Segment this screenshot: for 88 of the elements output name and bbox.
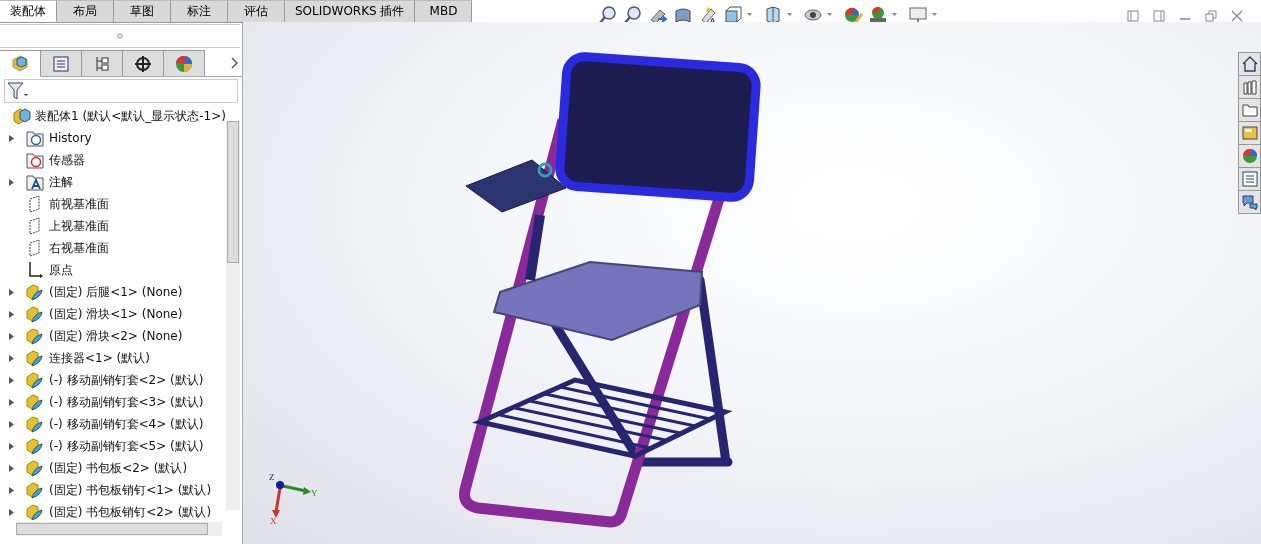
tree-item[interactable]: (-) 移动副销钉套<2> (默认) xyxy=(49,371,204,389)
filter-field[interactable] xyxy=(4,79,238,103)
grip-icon[interactable] xyxy=(117,33,123,39)
tree-item[interactable]: (-) 移动副销钉套<4> (默认) xyxy=(49,415,204,433)
part-icon xyxy=(26,503,44,520)
gauge-folder-icon xyxy=(26,151,44,169)
part-icon xyxy=(26,437,44,455)
command-tab[interactable]: MBD xyxy=(415,0,473,22)
zoom-fit-icon[interactable] xyxy=(598,5,619,25)
tree-item[interactable]: 连接器<1> (默认) xyxy=(49,349,150,367)
caret-icon[interactable] xyxy=(747,13,753,17)
tree-item[interactable]: 右视基准面 xyxy=(49,239,109,257)
vertical-scrollbar[interactable] xyxy=(226,121,240,510)
part-icon xyxy=(26,327,44,345)
expand-arrow-icon[interactable] xyxy=(7,397,16,407)
expand-arrow-icon[interactable] xyxy=(7,309,16,319)
tree-item[interactable]: 原点 xyxy=(49,261,73,279)
list-icon[interactable] xyxy=(1238,167,1261,190)
chevron-right-icon[interactable] xyxy=(230,57,238,69)
expand-arrow-icon[interactable] xyxy=(7,177,16,187)
command-tab[interactable]: 标注 xyxy=(171,0,228,22)
part-icon xyxy=(26,349,44,367)
tree-item[interactable]: (固定) 书包板<2> (默认) xyxy=(49,459,188,477)
tree-item[interactable]: History xyxy=(49,131,92,145)
expand-arrow-icon[interactable] xyxy=(7,441,16,451)
caret-icon[interactable] xyxy=(827,13,833,17)
z-axis-label: Z xyxy=(269,472,275,482)
clock-folder-icon xyxy=(26,129,44,147)
part-icon xyxy=(26,371,44,389)
expand-arrow-icon[interactable] xyxy=(7,375,16,385)
part-icon xyxy=(26,283,44,301)
zoom-area-icon[interactable] xyxy=(623,5,644,25)
part-icon xyxy=(26,305,44,323)
crosshair-icon xyxy=(134,54,152,73)
tree-item[interactable]: 上视基准面 xyxy=(49,217,109,235)
filter-icon xyxy=(7,82,29,100)
tree-item[interactable]: (固定) 书包板销钉<1> (默认) xyxy=(49,481,212,499)
command-tab[interactable]: 评估 xyxy=(228,0,285,22)
caret-icon[interactable] xyxy=(932,13,938,17)
expand-arrow-icon[interactable] xyxy=(7,331,16,341)
tree-icon xyxy=(93,54,111,73)
part-icon xyxy=(26,481,44,499)
command-tab[interactable]: 布局 xyxy=(57,0,114,22)
monitor-icon[interactable] xyxy=(908,5,929,25)
expand-arrow-icon[interactable] xyxy=(7,485,16,495)
caret-icon[interactable] xyxy=(787,13,793,17)
expand-arrow-icon[interactable] xyxy=(7,419,16,429)
panel-tab[interactable] xyxy=(123,50,164,76)
expand-arrow-icon[interactable] xyxy=(7,287,16,297)
part-icon xyxy=(26,393,44,411)
expand-arrow-icon[interactable] xyxy=(7,507,16,517)
view-orientation-icon[interactable] xyxy=(723,5,744,25)
assembly-icon xyxy=(13,107,31,125)
letter-folder-icon xyxy=(26,173,44,191)
tree-item[interactable]: (-) 移动副销钉套<5> (默认) xyxy=(49,437,204,455)
tree-item[interactable]: (固定) 滑块<1> (None) xyxy=(49,305,183,323)
tree-item[interactable]: 注解 xyxy=(49,173,73,191)
tree-item[interactable]: (固定) 后腿<1> (None) xyxy=(49,283,183,301)
x-axis-label: X xyxy=(270,516,277,526)
list-icon xyxy=(52,54,70,73)
part-icon xyxy=(26,415,44,433)
caret-icon[interactable] xyxy=(892,13,898,17)
tree-item[interactable]: 前视基准面 xyxy=(49,195,109,213)
tree-item[interactable]: 传感器 xyxy=(49,151,85,169)
y-axis-label: Y xyxy=(311,488,318,498)
tree-item[interactable]: (-) 移动副销钉套<3> (默认) xyxy=(49,393,204,411)
chat-icon[interactable] xyxy=(1238,190,1261,214)
command-tab[interactable]: SOLIDWORKS 插件 xyxy=(285,0,416,22)
books-icon[interactable] xyxy=(1238,75,1261,98)
color-ball-icon xyxy=(175,54,193,73)
command-tab[interactable]: 装配体 xyxy=(0,0,57,22)
scene-icon[interactable] xyxy=(868,5,889,25)
command-tab[interactable]: 草图 xyxy=(114,0,171,22)
home-icon[interactable] xyxy=(1238,52,1261,75)
horizontal-scrollbar[interactable] xyxy=(16,522,222,536)
close-icon[interactable] xyxy=(1231,10,1243,22)
folder-icon[interactable] xyxy=(1238,98,1261,121)
cube-icon xyxy=(11,54,29,72)
tree-item[interactable]: (固定) 滑块<2> (None) xyxy=(49,327,183,345)
expand-arrow-icon[interactable] xyxy=(7,463,16,473)
coordinate-triad-drawing xyxy=(272,481,311,518)
tree-item[interactable]: (固定) 书包板销钉<2> (默认) xyxy=(49,503,212,520)
assembly-name[interactable]: 装配体1 (默认<默认_显示状态-1>) xyxy=(35,107,226,125)
expand-arrow-icon[interactable] xyxy=(7,133,16,143)
origin-icon xyxy=(26,261,44,279)
part-icon xyxy=(26,459,44,477)
section-view-icon[interactable] xyxy=(673,5,694,25)
expand-arrow-icon[interactable] xyxy=(7,353,16,363)
